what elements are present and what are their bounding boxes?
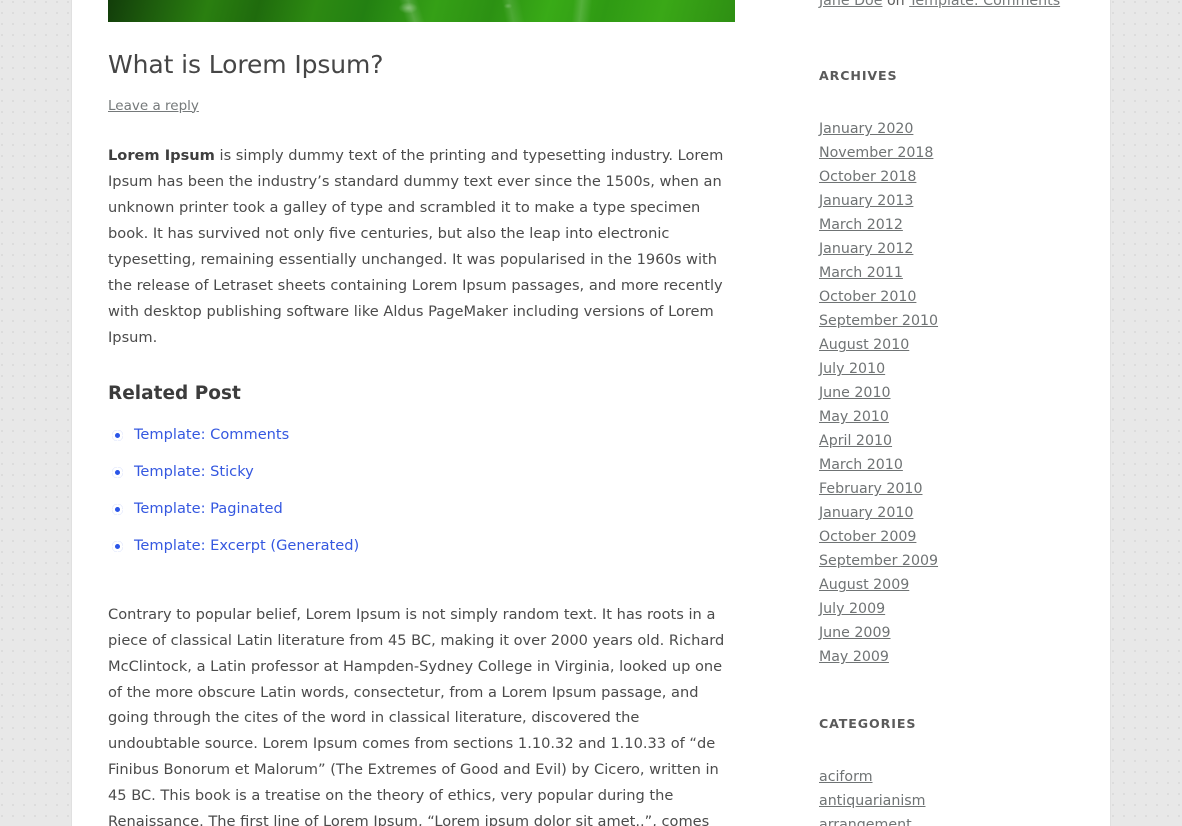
leave-a-reply-link[interactable]: Leave a reply	[108, 98, 199, 114]
related-post-link[interactable]: Template: Comments	[134, 426, 289, 443]
comment-post-link[interactable]: Template: Comments	[909, 0, 1060, 9]
page-wrapper: What is Lorem Ipsum? Leave a reply Lorem…	[0, 0, 1182, 826]
list-item: October 2018	[819, 165, 1069, 189]
archive-link[interactable]: February 2010	[819, 481, 922, 497]
list-item: August 2009	[819, 573, 1069, 597]
comment-author-link[interactable]: Jane Doe	[819, 0, 882, 9]
list-item: May 2010	[819, 405, 1069, 429]
list-item: March 2010	[819, 453, 1069, 477]
list-item: August 2010	[819, 333, 1069, 357]
archive-link[interactable]: November 2018	[819, 145, 933, 161]
list-item: antiquarianism	[819, 789, 1069, 813]
archive-link[interactable]: June 2009	[819, 625, 891, 641]
list-item: February 2010	[819, 477, 1069, 501]
categories-widget: Categories aciform antiquarianism arrang…	[819, 716, 1069, 826]
archive-link[interactable]: July 2009	[819, 601, 885, 617]
category-link[interactable]: antiquarianism	[819, 793, 926, 809]
paragraph-intro-lead: Lorem Ipsum	[108, 147, 215, 165]
paragraph-history: Contrary to popular belief, Lorem Ipsum …	[108, 605, 725, 826]
list-item: January 2013	[819, 189, 1069, 213]
archive-link[interactable]: August 2010	[819, 337, 909, 353]
list-item: March 2012	[819, 213, 1069, 237]
paragraph-intro-body: is simply dummy text of the printing and…	[108, 147, 724, 346]
site-content-area: What is Lorem Ipsum? Leave a reply Lorem…	[72, 0, 1110, 826]
list-item: Template: Excerpt (Generated)	[112, 537, 736, 556]
archive-link[interactable]: January 2013	[819, 193, 913, 209]
category-link[interactable]: arrangement	[819, 817, 912, 826]
list-item: October 2009	[819, 525, 1069, 549]
list-item: November 2018	[819, 141, 1069, 165]
list-item: aciform	[819, 765, 1069, 789]
page-title: What is Lorem Ipsum?	[108, 50, 384, 79]
categories-list: aciform antiquarianism arrangement	[819, 765, 1069, 826]
archive-link[interactable]: May 2009	[819, 649, 889, 665]
archive-link[interactable]: June 2010	[819, 385, 891, 401]
list-item: January 2020	[819, 117, 1069, 141]
list-item: April 2010	[819, 429, 1069, 453]
list-item: July 2009	[819, 597, 1069, 621]
related-post-heading: Related Post	[108, 382, 241, 404]
archive-link[interactable]: July 2010	[819, 361, 885, 377]
list-item: July 2010	[819, 357, 1069, 381]
list-item: arrangement	[819, 813, 1069, 826]
archive-link[interactable]: March 2011	[819, 265, 903, 281]
list-item: January 2012	[819, 237, 1069, 261]
related-post-list: Template: Comments Template: Sticky Temp…	[108, 426, 736, 556]
archive-link[interactable]: October 2010	[819, 289, 916, 305]
main-content-column: What is Lorem Ipsum? Leave a reply Lorem…	[108, 0, 736, 826]
sidebar: Jane Doe on Template: Comments Archives …	[819, 0, 1069, 826]
entry-content: Lorem Ipsum is simply dummy text of the …	[108, 143, 736, 826]
list-item: June 2010	[819, 381, 1069, 405]
related-post-link[interactable]: Template: Paginated	[134, 500, 283, 517]
list-item: January 2010	[819, 501, 1069, 525]
archive-link[interactable]: October 2009	[819, 529, 916, 545]
featured-image	[108, 0, 735, 22]
list-item: Template: Paginated	[112, 500, 736, 519]
archive-link[interactable]: August 2009	[819, 577, 909, 593]
archive-link[interactable]: January 2020	[819, 121, 913, 137]
archive-link[interactable]: April 2010	[819, 433, 892, 449]
list-item: October 2010	[819, 285, 1069, 309]
list-item: May 2009	[819, 645, 1069, 669]
entry-meta: Leave a reply	[108, 96, 736, 118]
archives-widget-title: Archives	[819, 68, 898, 83]
category-link[interactable]: aciform	[819, 769, 873, 785]
archive-link[interactable]: September 2010	[819, 313, 938, 329]
list-item: September 2010	[819, 309, 1069, 333]
recent-comment-entry: Jane Doe on Template: Comments	[819, 0, 1069, 12]
categories-widget-title: Categories	[819, 716, 917, 731]
list-item: Template: Sticky	[112, 463, 736, 482]
archives-widget: Archives January 2020 November 2018 Octo…	[819, 68, 1069, 669]
related-post-link[interactable]: Template: Excerpt (Generated)	[134, 537, 359, 554]
archive-link[interactable]: September 2009	[819, 553, 938, 569]
paragraph-intro: Lorem Ipsum is simply dummy text of the …	[108, 143, 736, 351]
archive-link[interactable]: October 2018	[819, 169, 916, 185]
archive-link[interactable]: May 2010	[819, 409, 889, 425]
archive-link[interactable]: March 2010	[819, 457, 903, 473]
list-item: Template: Comments	[112, 426, 736, 445]
archive-link[interactable]: March 2012	[819, 217, 903, 233]
list-item: June 2009	[819, 621, 1069, 645]
related-post-link[interactable]: Template: Sticky	[134, 463, 254, 480]
archive-link[interactable]: January 2010	[819, 505, 913, 521]
comment-connector: on	[882, 0, 910, 9]
archives-list: January 2020 November 2018 October 2018 …	[819, 117, 1069, 669]
list-item: September 2009	[819, 549, 1069, 573]
archive-link[interactable]: January 2012	[819, 241, 913, 257]
list-item: March 2011	[819, 261, 1069, 285]
